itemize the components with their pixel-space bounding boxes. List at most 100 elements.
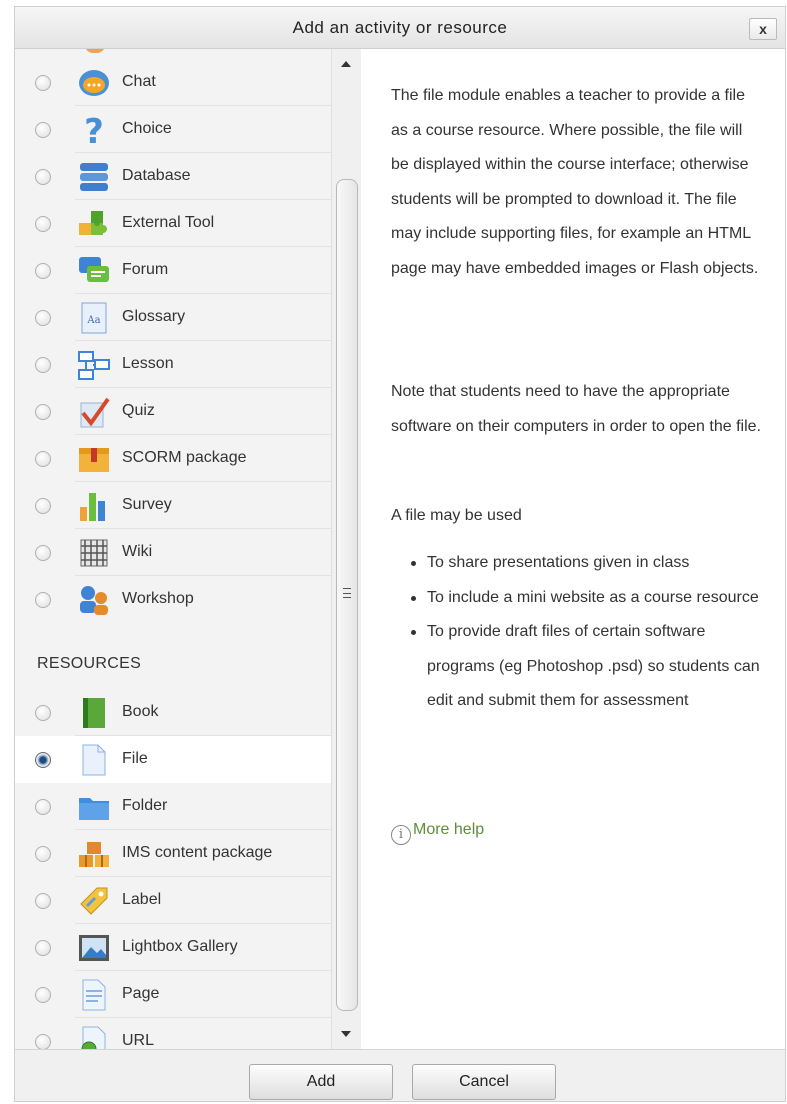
dialog-title: Add an activity or resource (292, 18, 508, 37)
option-label: URL (122, 1032, 155, 1049)
radio-database[interactable] (35, 169, 51, 185)
external-tool-icon (79, 211, 107, 235)
help-usage-item: To include a mini website as a course re… (391, 581, 763, 616)
radio-label[interactable] (35, 893, 51, 909)
option-file[interactable]: File (15, 736, 331, 783)
add-activity-dialog: Add an activity or resource x Chat ? Cho… (14, 6, 786, 1102)
folder-icon (79, 798, 109, 820)
more-help-label[interactable]: More help (413, 821, 484, 838)
option-forum[interactable]: Forum (15, 247, 331, 294)
label-icon (80, 887, 108, 915)
dialog-titlebar: Add an activity or resource x (15, 7, 785, 49)
page-icon (82, 979, 106, 1011)
option-quiz[interactable]: Quiz (15, 388, 331, 435)
book-icon (83, 698, 105, 728)
url-icon (81, 1026, 106, 1049)
help-usage-intro: A file may be used (391, 507, 522, 524)
radio-url[interactable] (35, 1034, 51, 1049)
help-note: Note that students need to have the appr… (391, 383, 761, 435)
scorm-package-icon (79, 448, 109, 472)
close-button[interactable]: x (749, 18, 777, 40)
radio-file[interactable] (35, 752, 51, 768)
file-icon (82, 744, 106, 776)
radio-quiz[interactable] (35, 404, 51, 420)
forum-icon (79, 257, 109, 282)
option-label: Database (122, 167, 191, 184)
option-lightbox-gallery[interactable]: Lightbox Gallery (15, 924, 331, 971)
scroll-down-arrow-icon[interactable] (341, 1031, 351, 1037)
radio-page[interactable] (35, 987, 51, 1003)
option-book[interactable]: Book (15, 689, 331, 736)
radio-chat[interactable] (35, 75, 51, 91)
option-url[interactable]: URL (15, 1018, 331, 1049)
option-wiki[interactable]: Wiki (15, 529, 331, 576)
radio-external-tool[interactable] (35, 216, 51, 232)
list-scrollbar[interactable] (331, 49, 361, 1049)
option-folder[interactable]: Folder (15, 783, 331, 830)
help-usage-item: To provide draft files of certain softwa… (391, 615, 763, 719)
info-icon: i (391, 825, 411, 845)
more-help-link[interactable]: i More help (391, 813, 484, 848)
radio-lightbox-gallery[interactable] (35, 940, 51, 956)
option-label: Lesson (122, 355, 174, 372)
ims-content-package-icon (79, 842, 109, 867)
help-description: The file module enables a teacher to pro… (391, 87, 759, 277)
help-panel: The file module enables a teacher to pro… (391, 49, 771, 1049)
option-label: Survey (122, 496, 172, 513)
radio-wiki[interactable] (35, 545, 51, 561)
option-label: Quiz (122, 402, 155, 419)
option-label: Book (122, 703, 159, 720)
option-label: File (122, 750, 148, 767)
grip-icon (343, 588, 351, 598)
svg-text:Aa: Aa (86, 315, 100, 326)
survey-icon (80, 493, 105, 521)
scroll-up-arrow-icon[interactable] (341, 61, 351, 67)
lightbox-gallery-icon (79, 935, 109, 961)
radio-scorm-package[interactable] (35, 451, 51, 467)
option-chat[interactable]: Chat (15, 59, 331, 106)
radio-workshop[interactable] (35, 592, 51, 608)
option-glossary[interactable]: Aa Glossary (15, 294, 331, 341)
radio-choice[interactable] (35, 122, 51, 138)
option-lesson[interactable]: Lesson (15, 341, 331, 388)
radio-folder[interactable] (35, 799, 51, 815)
cancel-button[interactable]: Cancel (412, 1064, 556, 1100)
wiki-icon (80, 539, 108, 567)
option-workshop[interactable]: Workshop (15, 576, 331, 623)
option-survey[interactable]: Survey (15, 482, 331, 529)
option-label: Forum (122, 261, 169, 278)
resources-header: RESOURCES (37, 655, 142, 672)
partial-icon-top (85, 49, 105, 53)
workshop-icon (80, 586, 108, 615)
radio-book[interactable] (35, 705, 51, 721)
option-label: Page (122, 985, 160, 1002)
chat-icon (79, 70, 109, 96)
radio-forum[interactable] (35, 263, 51, 279)
option-label: IMS content package (122, 844, 273, 861)
add-button[interactable]: Add (249, 1064, 393, 1100)
choice-icon: ? (84, 113, 104, 147)
option-label: Workshop (122, 590, 194, 607)
dialog-footer: Add Cancel (15, 1049, 785, 1101)
option-page[interactable]: Page (15, 971, 331, 1018)
option-label: Label (122, 891, 162, 908)
option-database[interactable]: Database (15, 153, 331, 200)
option-scorm-package[interactable]: SCORM package (15, 435, 331, 482)
help-usage-list: To share presentations given in class To… (391, 546, 763, 719)
quiz-icon (80, 397, 110, 428)
option-label-resource[interactable]: Label (15, 877, 331, 924)
option-label: Chat (122, 73, 156, 90)
scroll-thumb[interactable] (336, 179, 358, 1011)
module-list: Chat ? Choice Database External Tool For… (15, 49, 361, 1049)
option-label: Glossary (122, 308, 186, 325)
radio-survey[interactable] (35, 498, 51, 514)
option-external-tool[interactable]: External Tool (15, 200, 331, 247)
help-usage-item: To share presentations given in class (391, 546, 763, 581)
radio-ims-content-package[interactable] (35, 846, 51, 862)
radio-glossary[interactable] (35, 310, 51, 326)
glossary-icon: Aa (81, 302, 107, 334)
option-choice[interactable]: ? Choice (15, 106, 331, 153)
option-ims-content-package[interactable]: IMS content package (15, 830, 331, 877)
radio-lesson[interactable] (35, 357, 51, 373)
option-label: Folder (122, 797, 168, 814)
